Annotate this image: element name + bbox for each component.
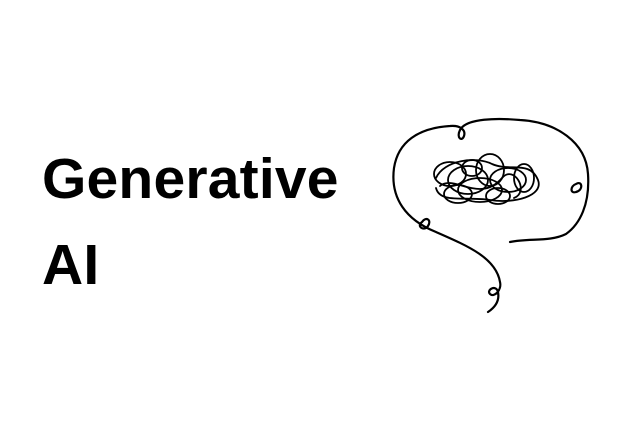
scribble-knot: [433, 153, 540, 205]
brain-outline: [392, 117, 590, 314]
scribbled-brain-icon: [392, 117, 590, 314]
page-title: Generative AI: [42, 136, 339, 308]
title-line-generative: Generative: [42, 147, 339, 211]
brain-illustration: [380, 108, 600, 318]
title-line-ai: AI: [42, 233, 100, 297]
